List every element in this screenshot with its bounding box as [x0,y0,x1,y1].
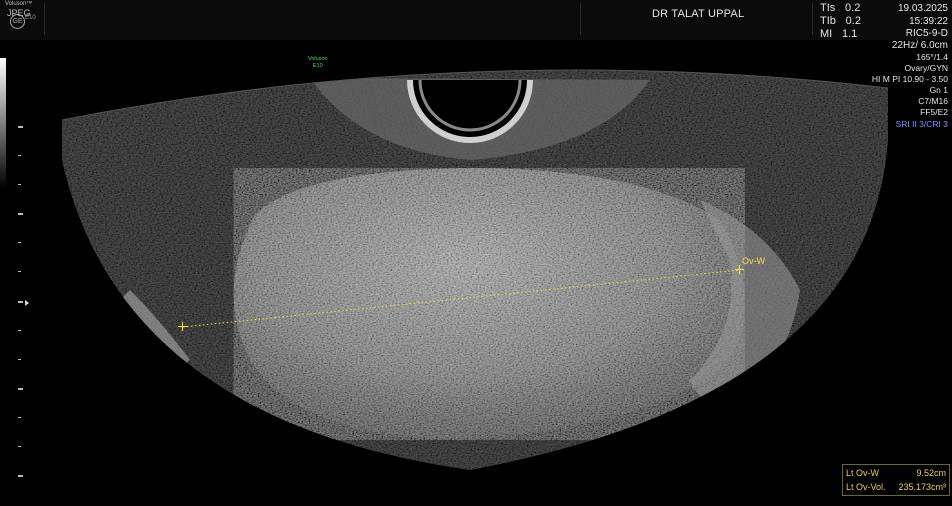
ultrasound-image [61,69,889,470]
caliper-label: Ov-W [742,256,765,266]
result-row: Lt Ov-Vol. 235.173cm³ [846,482,946,492]
measurement-results: Lt Ov-W 9.52cm Lt Ov-Vol. 235.173cm³ [842,464,950,496]
caliper-start-icon[interactable] [178,322,187,331]
caliper-end-icon[interactable] [735,265,744,274]
result-row: Lt Ov-W 9.52cm [846,468,946,478]
